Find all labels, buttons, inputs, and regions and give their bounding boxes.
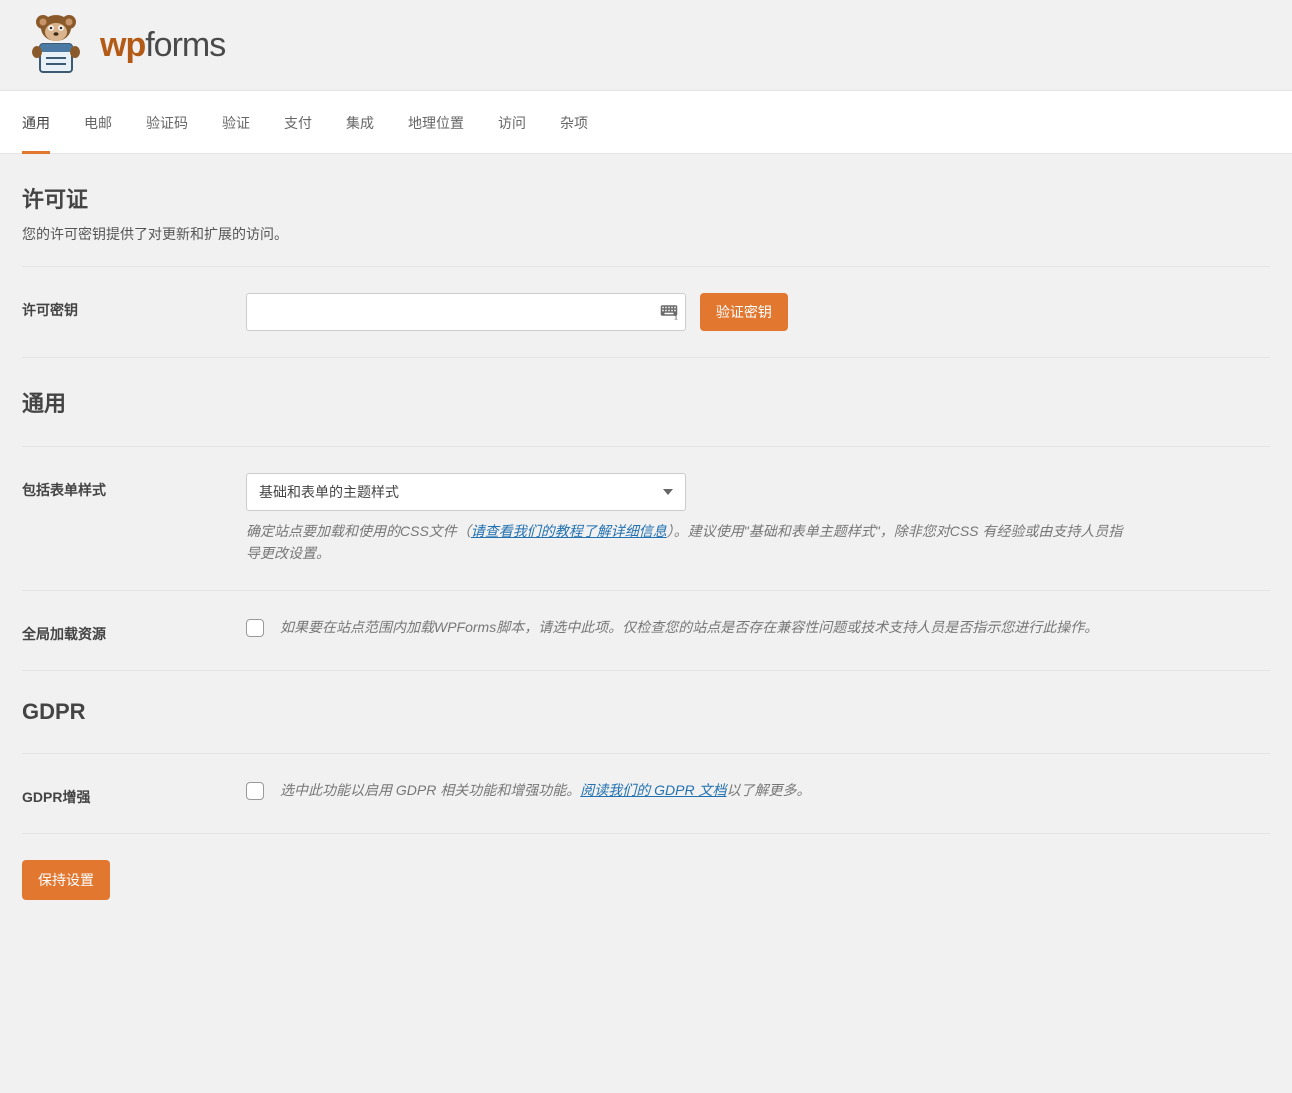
tab-label: 支付	[284, 115, 312, 131]
svg-text:1: 1	[674, 316, 678, 321]
verify-key-button[interactable]: 验证密钥	[700, 293, 788, 331]
form-styling-row: 包括表单样式 基础和表单的主题样式 确定站点要加载和使用的CSS文件（请查看我们…	[22, 447, 1270, 590]
desc-text-part: 以了解更多。	[726, 782, 810, 798]
wpforms-mascot-icon	[20, 14, 92, 76]
global-assets-description: 如果要在站点范围内加载WPForms脚本，请选中此项。仅检查您的站点是否存在兼容…	[280, 617, 1098, 639]
tab-misc[interactable]: 杂项	[560, 91, 588, 153]
tab-label: 验证码	[146, 115, 188, 131]
tab-label: 访问	[498, 115, 526, 131]
form-styling-select[interactable]: 基础和表单的主题样式	[246, 473, 686, 511]
tab-label: 验证	[222, 115, 250, 131]
wpforms-logo: wpforms	[20, 14, 1272, 76]
global-assets-label: 全局加载资源	[22, 617, 246, 644]
settings-content: 许可证 您的许可密钥提供了对更新和扩展的访问。 许可密钥 1 验证密钥 通用 包…	[0, 182, 1292, 940]
tab-email[interactable]: 电邮	[84, 91, 112, 153]
desc-text-part: 选中此功能以启用 GDPR 相关功能和增强功能。	[280, 782, 580, 798]
divider	[22, 833, 1270, 834]
tab-label: 电邮	[84, 115, 112, 131]
tab-label: 杂项	[560, 115, 588, 131]
tab-label: 集成	[346, 115, 374, 131]
tab-geolocation[interactable]: 地理位置	[408, 91, 464, 153]
license-key-row: 许可密钥 1 验证密钥	[22, 267, 1270, 357]
tab-payments[interactable]: 支付	[284, 91, 312, 153]
settings-tabs: 通用 电邮 验证码 验证 支付 集成 地理位置 访问 杂项	[0, 90, 1292, 154]
header-logo-bar: wpforms	[0, 0, 1292, 90]
license-description: 您的许可密钥提供了对更新和扩展的访问。	[22, 224, 1270, 244]
tab-integrations[interactable]: 集成	[346, 91, 374, 153]
general-heading: 通用	[22, 386, 1270, 418]
form-styling-label: 包括表单样式	[22, 473, 246, 500]
tab-label: 通用	[22, 115, 50, 131]
tab-access[interactable]: 访问	[498, 91, 526, 153]
tab-general[interactable]: 通用	[22, 91, 50, 153]
tab-captcha[interactable]: 验证码	[146, 91, 188, 153]
wpforms-wordmark: wpforms	[100, 26, 225, 65]
save-settings-button[interactable]: 保持设置	[22, 860, 110, 900]
tab-validation[interactable]: 验证	[222, 91, 250, 153]
help-text-part: 确定站点要加载和使用的CSS文件（	[246, 523, 471, 539]
global-assets-row: 全局加载资源 如果要在站点范围内加载WPForms脚本，请选中此项。仅检查您的站…	[22, 591, 1270, 670]
gdpr-enhance-checkbox[interactable]	[246, 782, 264, 800]
form-styling-tutorial-link[interactable]: 请查看我们的教程了解详细信息	[471, 523, 667, 539]
divider	[22, 670, 1270, 671]
keyboard-icon: 1	[660, 304, 678, 320]
gdpr-enhance-description: 选中此功能以启用 GDPR 相关功能和增强功能。阅读我们的 GDPR 文档以了解…	[280, 780, 810, 802]
divider	[22, 357, 1270, 358]
form-styling-help: 确定站点要加载和使用的CSS文件（请查看我们的教程了解详细信息）。建议使用"基础…	[246, 521, 1126, 564]
tab-label: 地理位置	[408, 115, 464, 131]
gdpr-enhance-row: GDPR增强 选中此功能以启用 GDPR 相关功能和增强功能。阅读我们的 GDP…	[22, 754, 1270, 833]
gdpr-heading: GDPR	[22, 699, 1270, 725]
license-key-label: 许可密钥	[22, 293, 246, 320]
gdpr-docs-link[interactable]: 阅读我们的 GDPR 文档	[580, 782, 726, 798]
license-key-input[interactable]	[246, 293, 686, 331]
global-assets-checkbox[interactable]	[246, 619, 264, 637]
gdpr-enhance-label: GDPR增强	[22, 780, 246, 807]
license-heading: 许可证	[22, 182, 1270, 214]
